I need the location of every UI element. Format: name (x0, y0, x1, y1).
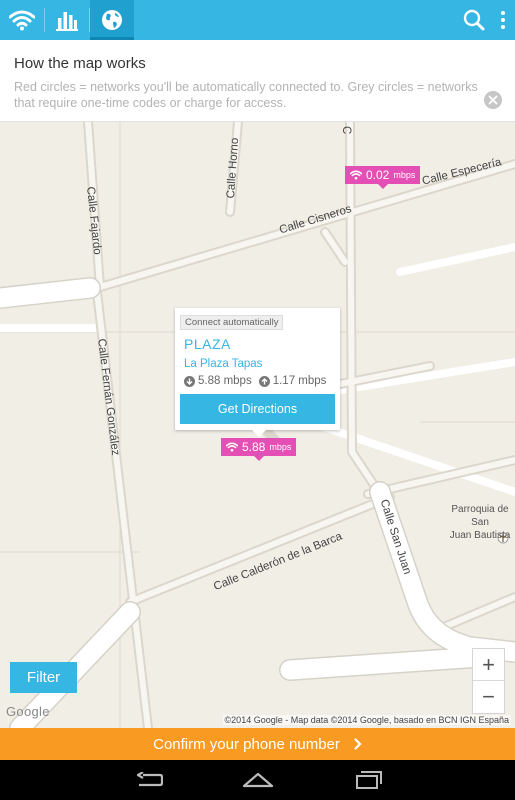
street-label: C (340, 126, 352, 135)
speed-value: 0.02 (366, 168, 390, 182)
upload-icon (258, 375, 270, 387)
search-icon (463, 9, 485, 31)
network-speeds: 5.88 mbps 1.17 mbps (184, 375, 326, 387)
close-icon (488, 95, 498, 105)
confirm-phone-banner[interactable]: Confirm your phone number (0, 728, 515, 760)
overflow-menu-button[interactable] (494, 0, 512, 40)
globe-icon (102, 10, 122, 30)
home-button[interactable] (233, 760, 283, 800)
poi-name-line-1: Parroquia de San (451, 504, 509, 528)
map-attribution[interactable]: ©2014 Google - Map data ©2014 Google, ba… (222, 715, 511, 725)
speed-marker[interactable]: 0.02 mbps (345, 166, 421, 189)
poi-label[interactable]: Parroquia de San Juan Bautista (445, 503, 515, 542)
venue-name: La Plaza Tapas (184, 358, 263, 370)
top-app-bar (0, 0, 515, 40)
upload-speed: 1.17 mbps (272, 375, 327, 387)
wifi-icon (226, 442, 238, 452)
recent-apps-icon (356, 771, 382, 789)
info-description: Red circles = networks you'll be automat… (14, 80, 478, 110)
zoom-controls: + − (472, 648, 505, 714)
back-button[interactable] (124, 760, 174, 800)
search-button[interactable] (458, 0, 490, 40)
chevron-right-icon (354, 738, 362, 750)
close-button[interactable] (484, 91, 502, 109)
speed-unit: mbps (393, 170, 416, 180)
confirm-phone-label: Confirm your phone number (153, 735, 340, 753)
tab-map[interactable] (90, 0, 134, 40)
speed-unit: mbps (269, 442, 292, 452)
connect-automatically-badge: Connect automatically (180, 315, 284, 330)
tab-stats[interactable] (45, 0, 89, 40)
wifi-icon (350, 170, 362, 180)
zoom-out-button[interactable]: − (473, 681, 504, 713)
speed-value: 5.88 (242, 440, 266, 454)
download-icon (184, 375, 195, 387)
bar-chart-icon (56, 12, 78, 31)
system-nav-bar (0, 760, 515, 800)
network-info-popup: Connect automatically PLAZA La Plaza Tap… (175, 308, 340, 437)
map-info-panel: How the map works Red circles = networks… (0, 40, 515, 122)
speed-marker[interactable]: 5.88 mbps (221, 438, 297, 461)
map-view[interactable]: C Calle Especería Calle Cisneros Calle H… (0, 122, 515, 728)
app-screen: How the map works Red circles = networks… (0, 0, 515, 800)
network-name: PLAZA (184, 336, 231, 352)
google-logo: Google (6, 704, 50, 719)
overflow-menu-icon (501, 11, 505, 29)
zoom-in-button[interactable]: + (473, 649, 504, 681)
home-icon (242, 772, 274, 788)
poi-name-line-2: Juan Bautista (449, 530, 511, 541)
download-speed: 5.88 mbps (198, 375, 252, 387)
wifi-icon (9, 10, 35, 31)
recents-button[interactable] (344, 760, 394, 800)
filter-button[interactable]: Filter (10, 662, 77, 693)
back-icon (136, 772, 163, 787)
info-title: How the map works (14, 55, 146, 72)
get-directions-button[interactable]: Get Directions (180, 394, 335, 424)
tab-wifi[interactable] (0, 0, 44, 40)
